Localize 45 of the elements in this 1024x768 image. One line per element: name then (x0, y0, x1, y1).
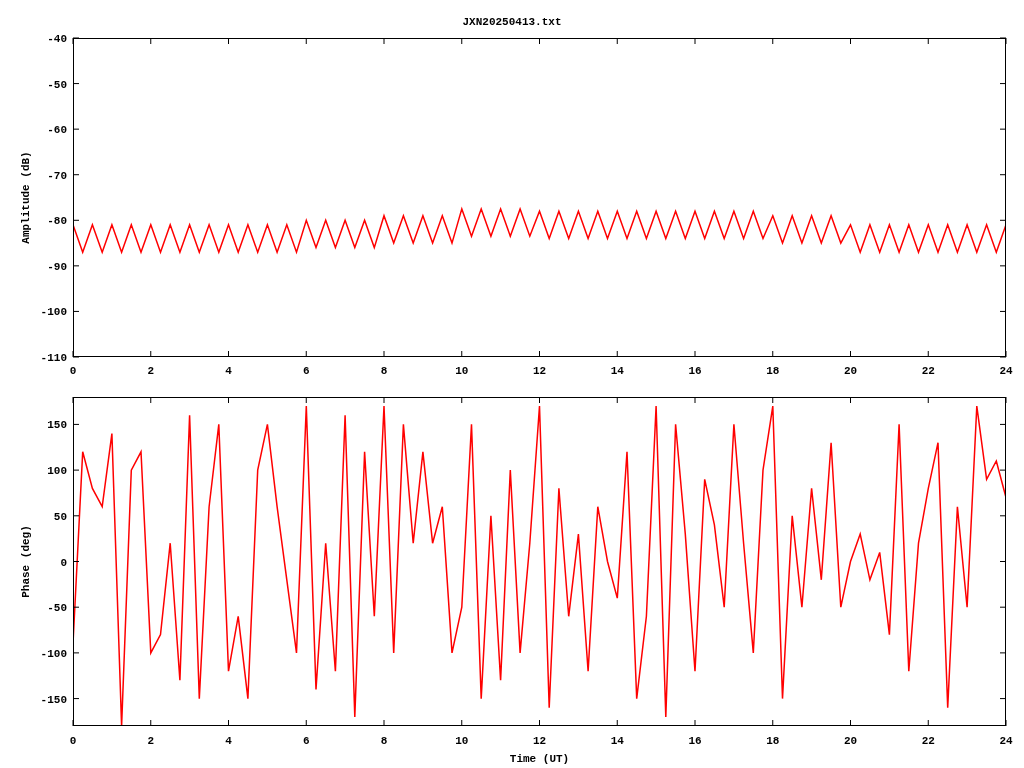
tick-label: 12 (532, 365, 547, 377)
tick-label: 14 (610, 365, 624, 377)
tick-label: 0 (69, 365, 77, 377)
axis-title: Amplitude (dB) (20, 151, 32, 244)
tick-label: 20 (843, 735, 858, 747)
tick-label: 24 (999, 365, 1013, 377)
tick-label: 8 (380, 365, 388, 377)
tick-label: 10 (455, 735, 469, 747)
tick-label: 24 (999, 735, 1013, 747)
tick-label: 8 (380, 735, 388, 747)
tick-label: 150 (47, 419, 67, 432)
tick-label: -50 (47, 78, 67, 91)
tick-label: 0 (60, 556, 67, 569)
tick-label: 6 (302, 365, 310, 377)
tick-label: 16 (688, 735, 702, 747)
tick-label: -80 (47, 215, 67, 228)
tick-label: 0 (69, 735, 77, 747)
axis-title: Time (UT) (509, 753, 570, 765)
tick-label: 16 (688, 365, 702, 377)
tick-label: 10 (455, 365, 469, 377)
tick-label: 22 (921, 735, 935, 747)
tick-label: 18 (766, 735, 780, 747)
tick-label: -100 (40, 306, 67, 319)
tick-label: 20 (843, 365, 858, 377)
tick-label: -100 (40, 647, 67, 660)
tick-label: 50 (53, 510, 67, 523)
tick-label: -50 (47, 602, 67, 615)
tick-label: 2 (147, 735, 155, 747)
tick-label: -40 (47, 33, 67, 45)
tick-label: -90 (47, 260, 67, 273)
tick-label: -110 (40, 352, 67, 364)
tick-label: -70 (47, 169, 67, 182)
tick-label: 18 (766, 365, 780, 377)
tick-label: -150 (40, 693, 67, 706)
plot-title: JXN20250413.txt (462, 17, 562, 28)
axis-title: Phase (deg) (20, 525, 32, 598)
tick-label: 22 (921, 365, 935, 377)
tick-label: 6 (302, 735, 310, 747)
tick-label: 14 (610, 735, 624, 747)
tick-label: 4 (225, 735, 232, 747)
tick-label: -60 (47, 124, 67, 137)
tick-label: 100 (47, 465, 67, 478)
tick-label: 2 (147, 365, 155, 377)
tick-label: 4 (225, 365, 232, 377)
tick-label: 12 (532, 735, 547, 747)
